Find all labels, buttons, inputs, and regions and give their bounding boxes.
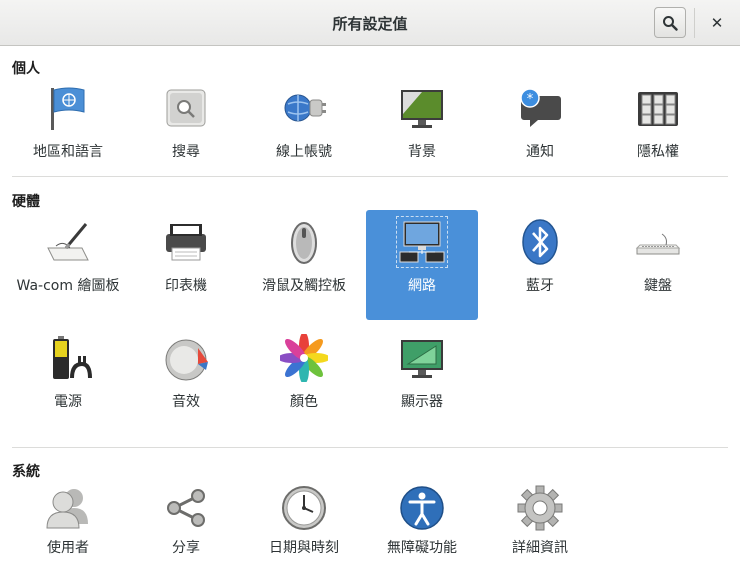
panel-printers[interactable]: 印表機	[130, 210, 242, 320]
panel-label: 顏色	[290, 394, 318, 410]
panel-notifications[interactable]: * 通知	[484, 76, 596, 186]
panel-power[interactable]: 電源	[12, 326, 124, 436]
panel-label: Wa-com 繪圖板	[16, 278, 120, 294]
panel-label: 背景	[408, 144, 436, 160]
keyboard-icon	[634, 218, 682, 266]
panel-details[interactable]: 詳細資訊	[484, 478, 596, 570]
search-icon	[662, 15, 678, 31]
panel-network[interactable]: 網路	[366, 210, 478, 320]
header-separator	[694, 8, 695, 38]
panel-online-accounts[interactable]: 線上帳號	[248, 76, 360, 186]
panel-label: 顯示器	[401, 394, 443, 410]
panel-wacom-tablet[interactable]: Wa-com 繪圖板	[12, 210, 124, 320]
close-button[interactable]: ✕	[702, 7, 732, 38]
accessibility-icon	[398, 484, 446, 532]
panel-accessibility[interactable]: 無障礙功能	[366, 478, 478, 570]
mouse-icon	[280, 218, 328, 266]
panel-label: 地區和語言	[33, 144, 103, 160]
window-title: 所有設定值	[332, 15, 408, 33]
panel-sharing[interactable]: 分享	[130, 478, 242, 570]
panel-label: 無障礙功能	[387, 540, 457, 556]
panel-privacy[interactable]: 隱私權	[602, 76, 714, 186]
panel-label: 音效	[172, 394, 200, 410]
panel-label: 隱私權	[637, 144, 679, 160]
section-divider	[12, 447, 728, 448]
panel-color[interactable]: 顏色	[248, 326, 360, 436]
section-title-personal: 個人	[12, 61, 40, 77]
header-bar: 所有設定值 ✕	[0, 0, 740, 46]
section-divider	[12, 176, 728, 177]
display-icon	[398, 334, 446, 382]
panel-label: 鍵盤	[644, 278, 672, 294]
panel-label: 分享	[172, 540, 200, 556]
section-title-hardware: 硬體	[12, 194, 40, 210]
panel-sound[interactable]: 音效	[130, 326, 242, 436]
sound-icon	[162, 334, 210, 382]
flag-icon	[44, 84, 92, 132]
share-icon	[162, 484, 210, 532]
panel-displays[interactable]: 顯示器	[366, 326, 478, 436]
panel-label: 電源	[54, 394, 82, 410]
panel-keyboard[interactable]: 鍵盤	[602, 210, 714, 320]
printer-icon	[162, 218, 210, 266]
background-icon	[398, 84, 446, 132]
users-icon	[44, 484, 92, 532]
panel-users[interactable]: 使用者	[12, 478, 124, 570]
panel-label: 搜尋	[172, 144, 200, 160]
panel-label: 使用者	[47, 540, 89, 556]
battery-icon	[44, 334, 92, 382]
search-icon	[162, 84, 210, 132]
gear-icon	[516, 484, 564, 532]
svg-text:*: *	[527, 92, 534, 107]
panel-label: 藍牙	[526, 278, 554, 294]
panel-date-time[interactable]: 日期與時刻	[248, 478, 360, 570]
network-icon	[396, 216, 448, 268]
notification-icon: *	[516, 84, 564, 132]
panel-label: 日期與時刻	[269, 540, 339, 556]
panel-label: 網路	[408, 278, 436, 294]
panel-background[interactable]: 背景	[366, 76, 478, 186]
online-accounts-icon	[280, 84, 328, 132]
panel-label: 印表機	[165, 278, 207, 294]
search-button[interactable]	[654, 7, 686, 38]
panel-label: 線上帳號	[276, 144, 332, 160]
panel-bluetooth[interactable]: 藍牙	[484, 210, 596, 320]
color-icon	[280, 334, 328, 382]
panel-region-language[interactable]: 地區和語言	[12, 76, 124, 186]
panel-label: 滑鼠及觸控板	[262, 278, 346, 294]
tablet-icon	[44, 218, 92, 266]
panel-mouse-touchpad[interactable]: 滑鼠及觸控板	[248, 210, 360, 320]
clock-icon	[280, 484, 328, 532]
panel-label: 通知	[526, 144, 554, 160]
close-icon: ✕	[710, 13, 724, 32]
panel-label: 詳細資訊	[512, 540, 568, 556]
bluetooth-icon	[516, 218, 564, 266]
privacy-icon	[634, 84, 682, 132]
panel-search[interactable]: 搜尋	[130, 76, 242, 186]
